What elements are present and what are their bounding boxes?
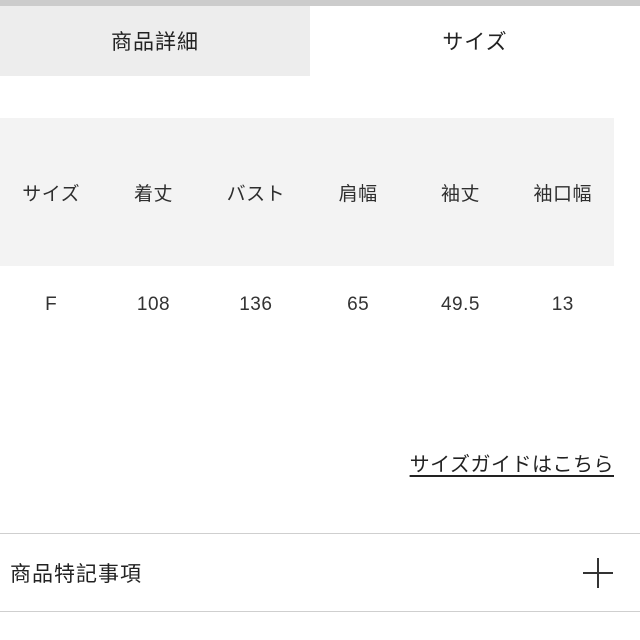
size-table: サイズ 着丈 バスト 肩幅 袖丈 袖口幅 F 108 136 65 49.5 1… — [0, 118, 614, 344]
accordion-product-notes-label: 商品特記事項 — [10, 562, 142, 586]
cell-sleeve-length: 49.5 — [440, 294, 480, 315]
size-guide-link[interactable]: サイズガイドはこちら — [410, 448, 614, 477]
column-header-sleeve-length: 袖丈 — [440, 183, 480, 205]
cell-size: F — [45, 294, 58, 315]
table-header-row: サイズ 着丈 バスト 肩幅 袖丈 袖口幅 — [0, 118, 614, 266]
size-guide-container: サイズガイドはこちら — [0, 448, 614, 477]
tab-product-details-label: 商品詳細 — [111, 31, 199, 54]
cell-cuff-width: 13 — [551, 294, 574, 315]
tab-size[interactable]: サイズ — [310, 6, 640, 76]
column-header-bust: バスト — [226, 183, 286, 205]
cell-bust: 136 — [239, 294, 273, 315]
tab-product-details[interactable]: 商品詳細 — [0, 6, 310, 76]
accordion-product-notes[interactable]: 商品特記事項 — [0, 533, 640, 612]
plus-icon[interactable] — [583, 557, 613, 588]
tab-size-label: サイズ — [442, 31, 508, 54]
column-header-size: サイズ — [22, 183, 81, 205]
column-header-length: 着丈 — [133, 183, 173, 205]
column-header-cuff-width: 袖口幅 — [533, 183, 593, 205]
tab-bar: 商品詳細 サイズ — [0, 6, 640, 76]
cell-length: 108 — [136, 294, 171, 315]
table-row: F 108 136 65 49.5 13 — [0, 266, 614, 344]
column-header-shoulder-width: 肩幅 — [338, 183, 378, 205]
cell-shoulder-width: 65 — [347, 294, 370, 315]
